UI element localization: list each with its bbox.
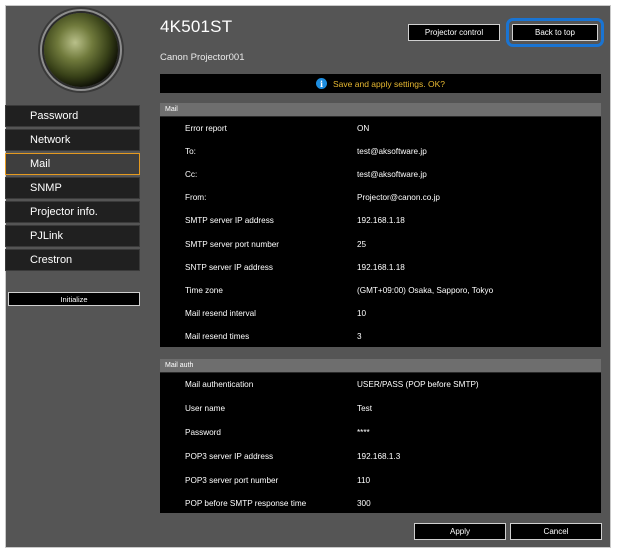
setting-label: From: [185,193,207,203]
settings-row-error-report: Error report ON [160,117,601,140]
setting-label: Cc: [185,170,198,180]
setting-value: 192.168.1.18 [357,216,405,226]
info-icon: i [316,78,327,89]
setting-value: USER/PASS (POP before SMTP) [357,380,479,390]
settings-row-resend-times: Mail resend times 3 [160,325,601,348]
panel-title-mail: Mail [160,103,601,117]
setting-value: (GMT+09:00) Osaka, Sapporo, Tokyo [357,285,494,295]
sidebar-item-snmp[interactable]: SNMP [5,177,140,199]
setting-value: **** [357,427,370,437]
back-to-top-button[interactable]: Back to top [506,18,604,47]
sidebar-item-mail[interactable]: Mail [5,153,140,175]
setting-value: test@aksoftware.jp [357,170,427,180]
settings-row-pop-response-time: POP before SMTP response time 300 [160,492,601,516]
sidebar-item-network[interactable]: Network [5,129,140,151]
sidebar-item-pjlink[interactable]: PJLink [5,225,140,247]
projector-control-button[interactable]: Projector control [408,24,500,41]
setting-label: POP3 server IP address [185,451,274,461]
setting-value: 25 [357,239,367,249]
setting-label: Mail resend times [185,331,250,341]
settings-row-user-name: User name Test [160,397,601,421]
setting-value: 3 [357,331,362,341]
setting-label: Password [185,427,221,437]
settings-row-password: Password **** [160,421,601,445]
setting-value: test@aksoftware.jp [357,147,427,157]
mail-auth-panel: Mail auth Mail authentication USER/PASS (… [160,359,601,513]
setting-label: SMTP server port number [185,239,280,249]
sidebar-item-projector-info[interactable]: Projector info. [5,201,140,223]
settings-row-resend-interval: Mail resend interval 10 [160,302,601,325]
settings-row-smtp-ip: SMTP server IP address 192.168.1.18 [160,209,601,232]
sidebar-menu: Password Network Mail SNMP Projector inf… [5,105,140,273]
settings-row-pop3-ip: POP3 server IP address 192.168.1.3 [160,444,601,468]
setting-value: 300 [357,499,371,509]
settings-row-cc: Cc: test@aksoftware.jp [160,163,601,186]
setting-label: To: [185,147,196,157]
save-notice-text: Save and apply settings. OK? [333,78,445,89]
setting-value: 110 [357,475,371,485]
setting-label: SNTP server IP address [185,262,273,272]
setting-label: User name [185,404,226,414]
setting-label: SMTP server IP address [185,216,274,226]
settings-row-mail-authentication: Mail authentication USER/PASS (POP before… [160,373,601,397]
apply-button[interactable]: Apply [414,523,506,540]
setting-value: ON [357,124,370,134]
panel-title-mail-auth: Mail auth [160,359,601,373]
settings-row-pop3-port: POP3 server port number 110 [160,468,601,492]
sidebar-item-password[interactable]: Password [5,105,140,127]
mail-settings-panel: Mail Error report ON To: test@aksoftware.j… [160,103,601,347]
initialize-button[interactable]: Initialize [8,292,140,306]
setting-label: POP3 server port number [185,475,279,485]
setting-value: Test [357,404,373,414]
settings-row-to: To: test@aksoftware.jp [160,140,601,163]
settings-row-sntp-ip: SNTP server IP address 192.168.1.18 [160,256,601,279]
settings-row-time-zone: Time zone (GMT+09:00) Osaka, Sapporo, Tok… [160,279,601,302]
cancel-button[interactable]: Cancel [510,523,602,540]
setting-label: Time zone [185,285,223,295]
setting-value: 192.168.1.3 [357,451,401,461]
setting-value: 10 [357,308,367,318]
save-notice-bar[interactable]: i Save and apply settings. OK? [160,74,601,93]
setting-label: Error report [185,124,227,134]
setting-label: Mail authentication [185,380,254,390]
model-title: 4K501ST [160,17,233,36]
setting-label: Mail resend interval [185,308,256,318]
setting-value: 192.168.1.18 [357,262,405,272]
settings-row-from: From: Projector@canon.co.jp [160,186,601,209]
sidebar-item-crestron[interactable]: Crestron [5,249,140,271]
setting-label: POP before SMTP response time [185,499,307,509]
settings-row-smtp-port: SMTP server port number 25 [160,232,601,255]
projector-lens-logo [44,13,118,87]
device-name: Canon Projector001 [160,52,245,63]
setting-value: Projector@canon.co.jp [357,193,440,203]
